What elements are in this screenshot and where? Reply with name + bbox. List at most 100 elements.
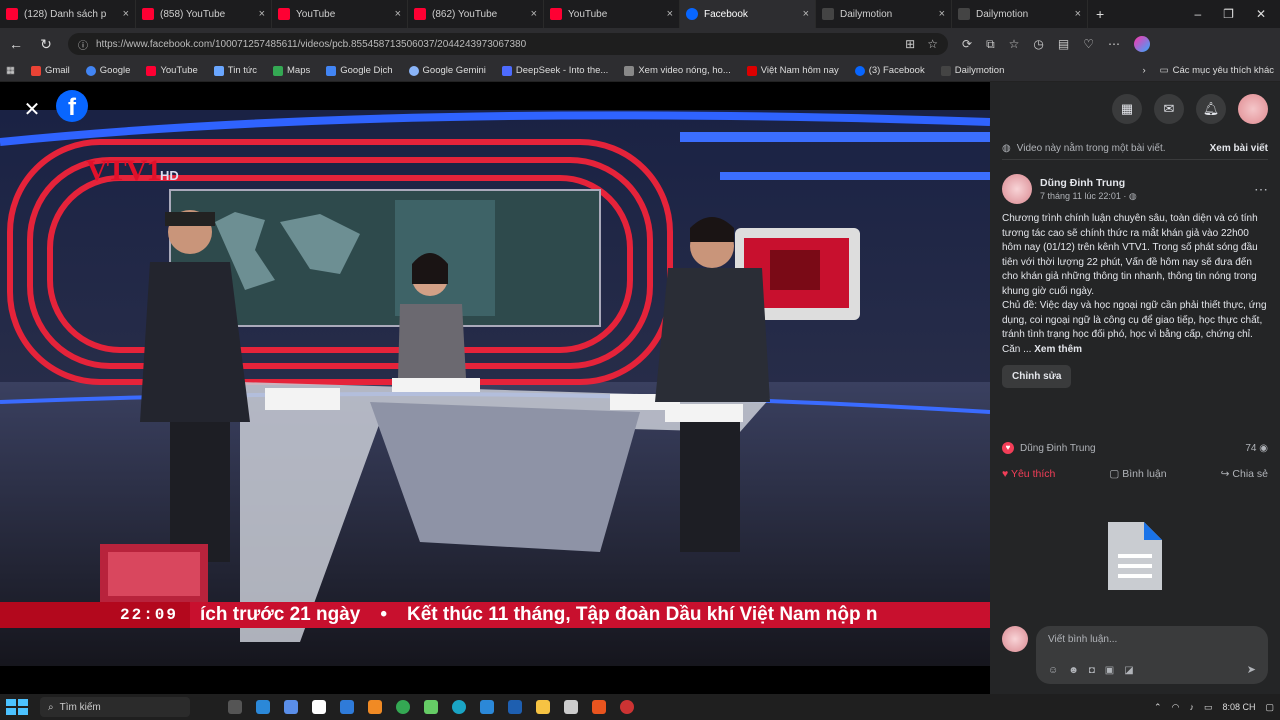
app-icon[interactable] (340, 700, 354, 714)
bookmark-deepseek[interactable]: DeepSeek - Into the... (501, 65, 608, 76)
author-avatar[interactable] (1002, 174, 1032, 204)
favorites-icon[interactable]: ☆ (1009, 37, 1020, 51)
bookmarks-grid-icon[interactable]: ▦ (6, 65, 15, 76)
more-options-icon[interactable]: ⋯ (1254, 181, 1268, 198)
messenger-icon[interactable]: ✉ (1154, 94, 1184, 124)
close-tab-icon[interactable]: × (803, 8, 809, 20)
windows-start-icon[interactable] (6, 699, 28, 715)
tab-3[interactable]: YouTube × (272, 0, 408, 28)
chevron-right-icon[interactable]: › (1142, 65, 1145, 76)
app-icon[interactable] (508, 700, 522, 714)
close-tab-icon[interactable]: × (667, 8, 673, 20)
back-icon[interactable]: ← (8, 36, 24, 52)
chrome-icon[interactable] (396, 700, 410, 714)
close-tab-icon[interactable]: × (395, 8, 401, 20)
battery-icon[interactable]: ▭ (1204, 702, 1213, 713)
see-post-link[interactable]: Xem bài viết (1210, 143, 1268, 154)
bookmark-vietnam-today[interactable]: Việt Nam hôm nay (746, 65, 839, 76)
close-icon[interactable]: ✕ (18, 96, 46, 124)
app-icon[interactable] (592, 700, 606, 714)
performance-icon[interactable]: ♡ (1083, 37, 1094, 51)
close-tab-icon[interactable]: × (123, 8, 129, 20)
gif-icon[interactable]: ▣ (1105, 665, 1114, 676)
tab-8[interactable]: Dailymotion × (952, 0, 1088, 28)
like-button[interactable]: ♥ Yêu thích (1002, 468, 1055, 480)
tab-4[interactable]: (862) YouTube × (408, 0, 544, 28)
bookmark-dailymotion[interactable]: Dailymotion (940, 65, 1004, 76)
notifications-bell-icon[interactable]: 🔔︎ (1196, 94, 1226, 124)
app-icon[interactable] (312, 700, 326, 714)
close-window-icon[interactable]: ✕ (1256, 7, 1266, 21)
comment-input[interactable]: Viết bình luận... ☺ ☻ ◘ ▣ ◪ ➤ (1036, 626, 1268, 684)
app-icon[interactable] (424, 700, 438, 714)
bookmark-gemini[interactable]: Google Gemini (408, 65, 486, 76)
bookmark-facebook[interactable]: (3) Facebook (854, 65, 925, 76)
send-icon[interactable]: ➤ (1247, 663, 1256, 676)
other-favorites[interactable]: ▭ Các mục yêu thích khác (1160, 65, 1274, 76)
address-bar[interactable]: ⓘ https://www.facebook.com/1000712574856… (68, 33, 948, 55)
avatar-sticker-icon[interactable]: ☺ (1048, 665, 1058, 676)
app-icon[interactable] (564, 700, 578, 714)
video-player[interactable]: VTV1 HD ✕ f 22:09 ích trước 21 ngày • Kế… (0, 82, 990, 694)
bookmark-maps[interactable]: Maps (273, 65, 310, 76)
vlc-icon[interactable] (368, 700, 382, 714)
desktop-app-icon[interactable] (256, 700, 270, 714)
edge-icon[interactable] (452, 700, 466, 714)
close-tab-icon[interactable]: × (939, 8, 945, 20)
facebook-logo[interactable]: f (56, 90, 88, 122)
comment-button[interactable]: ▢ Bình luận (1109, 468, 1166, 480)
tab-7[interactable]: Dailymotion × (816, 0, 952, 28)
copilot-icon[interactable] (1134, 36, 1150, 52)
tab-5[interactable]: YouTube × (544, 0, 680, 28)
refresh-icon[interactable]: ↻ (38, 36, 54, 53)
close-tab-icon[interactable]: × (531, 8, 537, 20)
system-tray: ⌃ ◠ ♪ ▭ 8:08 CH ▢ (1154, 702, 1274, 713)
emoji-icon[interactable]: ☻ (1068, 665, 1079, 676)
post-timestamp[interactable]: 7 tháng 11 lúc 22:01 · ◍ (1040, 191, 1137, 202)
author-name[interactable]: Dũng Đinh Trung (1040, 177, 1137, 189)
see-more-link[interactable]: Xem thêm (1034, 344, 1082, 355)
chevron-up-icon[interactable]: ⌃ (1154, 702, 1162, 713)
taskbar-search[interactable]: ⌕ Tìm kiếm (40, 697, 190, 717)
history-icon[interactable]: ◷ (1033, 37, 1043, 51)
refresh-page-icon[interactable]: ⟳ (962, 37, 972, 51)
file-explorer-icon[interactable] (536, 700, 550, 714)
split-screen-icon[interactable]: ⊞ (905, 37, 915, 51)
close-tab-icon[interactable]: × (259, 8, 265, 20)
menu-grid-icon[interactable]: ▦ (1112, 94, 1142, 124)
tab-facebook[interactable]: Facebook × (680, 0, 816, 28)
bookmark-gmail[interactable]: Gmail (30, 65, 70, 76)
notifications-icon[interactable]: ▢ (1265, 702, 1274, 713)
bookmark-google[interactable]: Google (85, 65, 130, 76)
store-icon[interactable] (284, 700, 298, 714)
site-info-icon[interactable]: ⓘ (78, 37, 88, 52)
bookmark-hot-video[interactable]: Xem video nóng, ho... (624, 65, 731, 76)
clock[interactable]: 8:08 CH (1222, 702, 1255, 712)
settings-icon[interactable]: ⋯ (1108, 37, 1120, 51)
tab-2[interactable]: (858) YouTube × (136, 0, 272, 28)
tab-1[interactable]: (128) Danh sách p × (0, 0, 136, 28)
collections-icon[interactable]: ▤ (1058, 37, 1069, 51)
new-tab-icon[interactable]: + (1088, 6, 1112, 22)
restore-icon[interactable]: ❐ (1223, 7, 1234, 21)
edit-button[interactable]: Chỉnh sửa (1002, 365, 1072, 388)
share-button[interactable]: ↪ Chia sẻ (1221, 468, 1268, 480)
ticker-text-left: ích trước 21 ngày (200, 604, 361, 625)
camera-icon[interactable]: ◘ (1089, 665, 1095, 676)
task-view-icon[interactable] (228, 700, 242, 714)
favorite-star-icon[interactable]: ☆ (927, 37, 938, 51)
sticker-icon[interactable]: ◪ (1124, 665, 1133, 676)
close-tab-icon[interactable]: × (1075, 8, 1081, 20)
volume-icon[interactable]: ♪ (1189, 702, 1194, 712)
bookmark-news[interactable]: Tin tức (213, 65, 257, 76)
network-icon[interactable]: ◠ (1172, 702, 1180, 713)
profile-avatar[interactable] (1238, 94, 1268, 124)
bookmark-translate[interactable]: Google Dịch (326, 65, 393, 76)
minimize-icon[interactable]: – (1194, 7, 1201, 21)
app-icon[interactable] (620, 700, 634, 714)
love-reaction-icon[interactable]: ♥ (1002, 442, 1014, 454)
reactor-name[interactable]: Dũng Đinh Trung (1020, 443, 1096, 454)
extensions-icon[interactable]: ⧉ (986, 37, 995, 52)
app-icon[interactable] (480, 700, 494, 714)
bookmark-youtube[interactable]: YouTube (146, 65, 198, 76)
